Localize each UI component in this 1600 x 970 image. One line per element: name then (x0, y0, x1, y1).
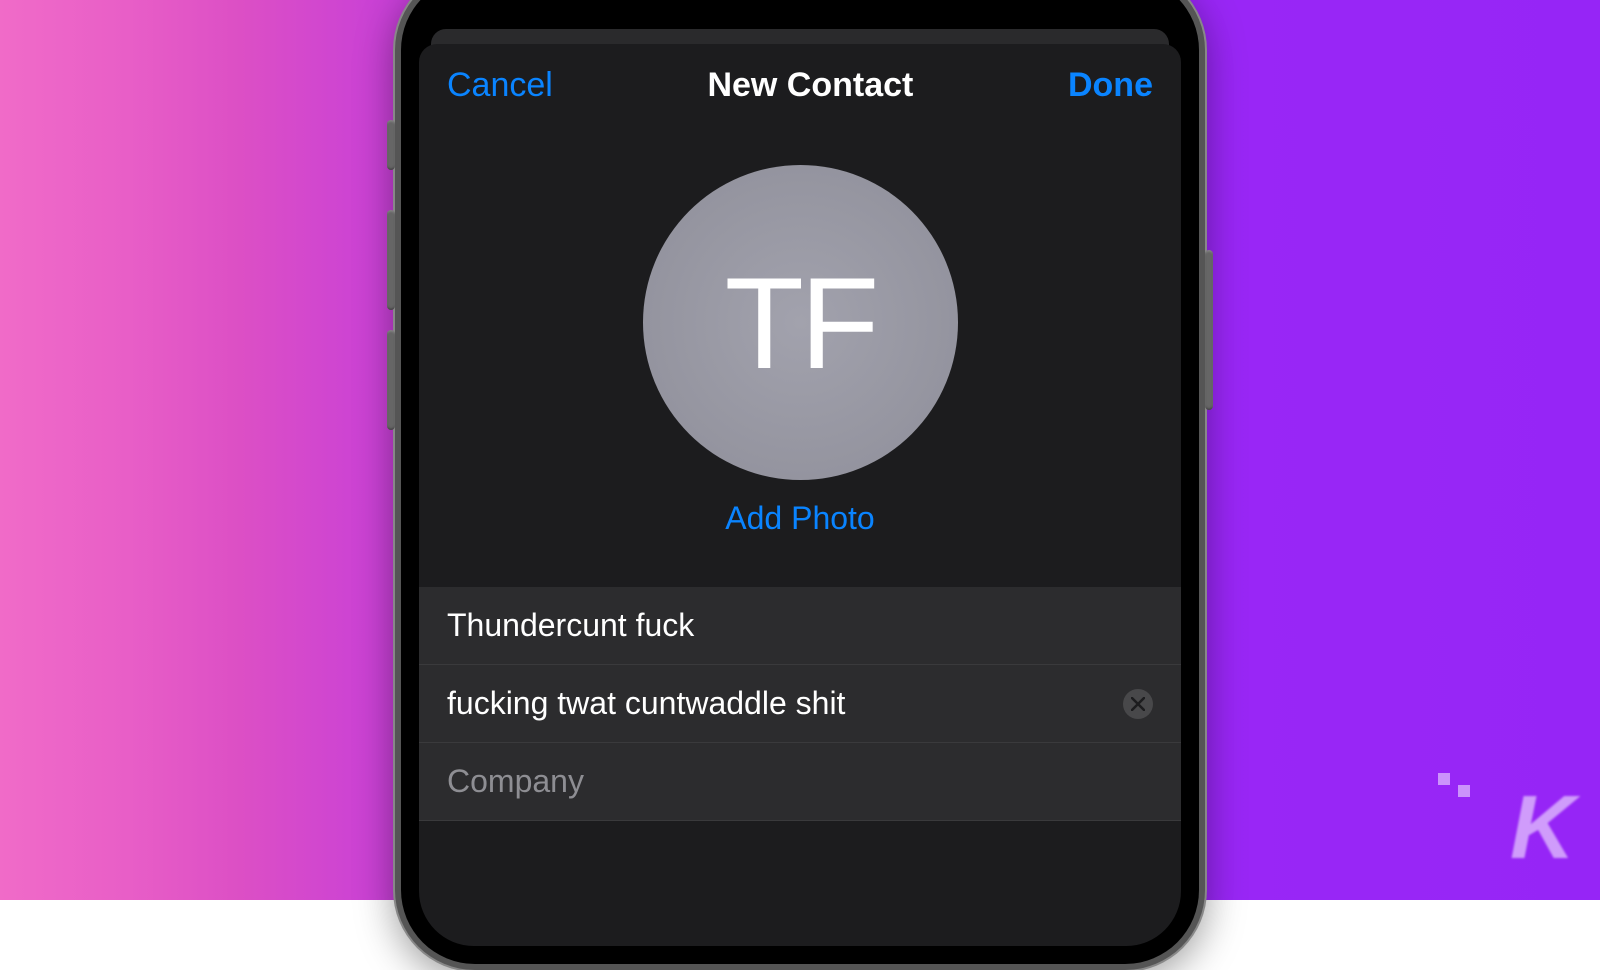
add-photo-button[interactable]: Add Photo (725, 500, 874, 537)
last-name-row[interactable] (419, 665, 1181, 743)
contact-form (419, 587, 1181, 821)
new-contact-sheet: Cancel New Contact Done TF Add Photo (419, 44, 1181, 946)
avatar-initials: TF (725, 248, 876, 398)
last-name-input[interactable] (447, 685, 1111, 722)
avatar-placeholder[interactable]: TF (643, 165, 958, 480)
phone-device: Cancel New Contact Done TF Add Photo (395, 0, 1205, 970)
watermark-logo: K (1510, 777, 1570, 880)
phone-volume-down (387, 330, 395, 430)
sheet-title: New Contact (707, 66, 913, 105)
first-name-row[interactable] (419, 587, 1181, 665)
watermark-dots (1438, 773, 1470, 785)
phone-screen: Cancel New Contact Done TF Add Photo (419, 0, 1181, 946)
clear-text-button[interactable] (1123, 689, 1153, 719)
cancel-button[interactable]: Cancel (447, 66, 553, 105)
company-input[interactable] (447, 763, 1153, 800)
avatar-section: TF Add Photo (419, 115, 1181, 567)
phone-mute-switch (387, 120, 395, 170)
first-name-input[interactable] (447, 607, 1153, 644)
navigation-bar: Cancel New Contact Done (419, 44, 1181, 115)
phone-volume-up (387, 210, 395, 310)
phone-power-button (1205, 250, 1213, 410)
done-button[interactable]: Done (1068, 66, 1153, 105)
close-icon (1131, 697, 1145, 711)
company-row[interactable] (419, 743, 1181, 821)
